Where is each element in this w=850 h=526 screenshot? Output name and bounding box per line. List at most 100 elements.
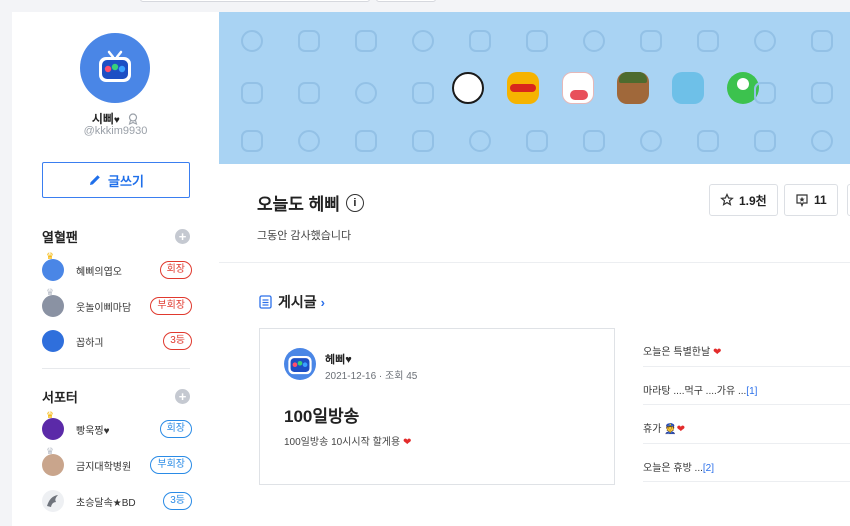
featured-post-card[interactable]: 헤삐♥ 2021-12-16 · 조회 45 100일방송 100일방송 10시… — [259, 328, 615, 485]
profile-nickname: 시삐 — [91, 112, 114, 126]
member-name: 초승달속★BD — [76, 497, 136, 509]
banner-pattern-face-icon — [583, 130, 605, 152]
yellow-creature-emoji-icon — [507, 72, 539, 104]
fan-button[interactable]: 11 — [784, 184, 838, 216]
banner-pattern-face-icon — [298, 82, 320, 104]
banner-pattern-face-icon — [298, 30, 320, 52]
member-avatar: ♛ — [42, 252, 64, 281]
banner-pattern-face-icon — [697, 130, 719, 152]
comment-count: [2] — [702, 462, 715, 474]
post-item-title: 오늘은 특별한날 — [643, 347, 711, 358]
favorite-button[interactable]: 1.9천 — [709, 184, 778, 216]
banner-pattern-face-icon — [412, 82, 434, 104]
silver-crown-icon: ♛ — [46, 446, 55, 456]
member-name: 웃놀이삐마담 — [76, 302, 132, 314]
post-item-title: 휴가 — [643, 424, 662, 435]
post-date: 2021-12-16 — [325, 371, 377, 382]
profile-user-id: @kkkim9930 — [83, 125, 148, 137]
banner-pattern-face-icon — [355, 130, 377, 152]
member-rank-badge: 부회장 — [150, 297, 192, 315]
board-header[interactable]: 게시글 › — [259, 292, 325, 312]
info-icon[interactable]: i — [345, 193, 364, 212]
supporter-member[interactable]: ♛ 빵욱찡♥ 회장 — [42, 411, 192, 441]
banner-pattern-face-icon — [298, 130, 320, 152]
silver-crown-icon: ♛ — [46, 287, 55, 297]
post-list-item[interactable]: 마라탕 ....먹구 ....가유 ...[1] — [643, 367, 850, 405]
member-name: 혜삐의엽오 — [76, 266, 122, 278]
member-rank-badge: 부회장 — [150, 456, 192, 474]
top-strip — [0, 0, 850, 12]
banner-pattern-face-icon — [526, 30, 548, 52]
banner-pattern-face-icon — [469, 130, 491, 152]
post-body: 100일방송 10시시작 할게용 ❤ — [284, 433, 411, 448]
banner-pattern-face-icon — [811, 30, 833, 52]
tv-mascot-icon — [99, 50, 131, 82]
banner-pattern-face-icon — [412, 30, 434, 52]
station-banner — [219, 12, 850, 164]
banner-pattern-face-icon — [355, 30, 377, 52]
member-name: 꼽하긔 — [76, 337, 104, 349]
banner-pattern-face-icon — [241, 130, 263, 152]
banner-pattern-face-icon — [355, 82, 377, 104]
red-heart-icon: ❤ — [676, 424, 686, 435]
banner-pattern-face-icon — [754, 130, 776, 152]
officer-emoji-icon: 👮 — [664, 424, 677, 435]
write-post-button[interactable]: 글쓰기 — [42, 162, 190, 198]
supporters-more-plus-icon[interactable]: + — [175, 389, 190, 404]
pencil-icon — [88, 173, 102, 187]
post-list-item[interactable]: 오늘은 특별한날 ❤ — [643, 328, 850, 367]
member-avatar: ♛ — [42, 447, 64, 476]
member-avatar: ♛ — [42, 411, 64, 440]
banner-pattern-face-icon — [241, 30, 263, 52]
supporter-member[interactable]: ♛ 금지대학병원 부회장 — [42, 447, 192, 477]
header-divider — [219, 262, 850, 263]
comment-count: [1] — [746, 385, 758, 397]
write-post-label: 글쓰기 — [108, 173, 144, 189]
post-list: 오늘은 특별한날 ❤ 마라탕 ....먹구 ....가유 ...[1] 휴가 👮… — [643, 328, 850, 482]
banner-pattern-face-icon — [526, 130, 548, 152]
post-meta: 2021-12-16 · 조회 45 — [325, 371, 418, 382]
member-rank-badge: 회장 — [159, 420, 192, 438]
banner-pattern-face-icon — [811, 82, 833, 104]
tv-mascot-icon — [288, 356, 312, 375]
member-rank-badge: 회장 — [159, 261, 192, 279]
red-heart-icon: ❤ — [712, 347, 722, 358]
streamer-badge-icon — [128, 113, 138, 125]
member-rank-badge: 3등 — [163, 332, 192, 350]
panda-emoji-icon — [452, 72, 484, 104]
pink-cat-emoji-icon — [562, 72, 594, 104]
banner-pattern-face-icon — [811, 130, 833, 152]
list-icon — [259, 295, 272, 309]
banner-pattern-face-icon — [754, 82, 776, 104]
top-clipped-button[interactable] — [376, 0, 436, 2]
section-divider — [42, 368, 190, 369]
member-rank-badge: 3등 — [163, 492, 192, 510]
top-clipped-field[interactable] — [140, 0, 370, 2]
chevron-right-icon: › — [320, 294, 325, 310]
fan-member[interactable]: 꼽하긔 3등 — [42, 329, 192, 353]
post-list-item[interactable]: 오늘은 휴방 ...[2] — [643, 444, 850, 482]
fan-star-badge-icon — [795, 193, 809, 207]
post-item-title: 마라탕 ....먹구 ....가유 ... — [643, 385, 747, 397]
fan-member[interactable]: ♛ 웃놀이삐마담 부회장 — [42, 288, 192, 318]
member-avatar: ♛ — [42, 288, 64, 317]
banner-pattern-face-icon — [640, 130, 662, 152]
member-avatar — [42, 490, 64, 512]
fans-more-plus-icon[interactable]: + — [175, 229, 190, 244]
post-list-item[interactable]: 휴가 👮❤ — [643, 405, 850, 444]
banner-pattern-face-icon — [697, 30, 719, 52]
profile-avatar[interactable] — [80, 33, 150, 103]
supporter-member[interactable]: 초승달속★BD 3등 — [42, 489, 192, 513]
station-subtitle: 그동안 감사했습니다 — [257, 230, 352, 242]
banner-pattern-face-icon — [241, 82, 263, 104]
post-title: 100일방송 — [284, 407, 360, 426]
main-content: 오늘도 헤삐 i 그동안 감사했습니다 1.9천 11 게시글 › 헤삐♥ 20… — [219, 164, 850, 526]
banner-pattern-face-icon — [469, 30, 491, 52]
banner-pattern-face-icon — [640, 30, 662, 52]
post-author-name: 헤삐♥ — [325, 351, 352, 367]
star-icon — [720, 193, 734, 207]
gold-crown-icon: ♛ — [46, 410, 55, 420]
fan-member[interactable]: ♛ 혜삐의엽오 회장 — [42, 252, 192, 282]
post-views: 조회 45 — [385, 371, 418, 382]
favorite-count: 1.9천 — [739, 193, 767, 208]
